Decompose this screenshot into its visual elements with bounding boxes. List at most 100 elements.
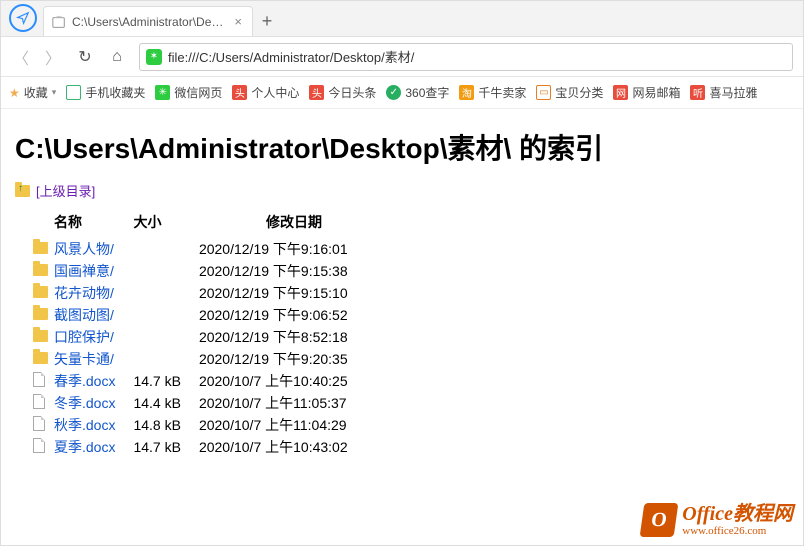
entry-size [133,326,198,348]
entry-link[interactable]: 春季.docx [54,373,115,389]
bookmark-item[interactable]: ▭宝贝分类 [536,84,603,101]
tab-close-icon[interactable]: × [232,14,244,29]
folder-icon [33,330,48,342]
reload-button[interactable]: ↻ [75,47,95,67]
entry-date: 2020/10/7 上午11:04:29 [199,414,389,436]
table-row: 冬季.docx 14.4 kB2020/10/7 上午11:05:37 [33,392,389,414]
watermark-title: Office教程网 [682,503,793,525]
watermark: O Office教程网 www.office26.com [642,503,793,537]
entry-link[interactable]: 风景人物/ [54,241,114,257]
table-row: 口腔保护/2020/12/19 下午8:52:18 [33,326,389,348]
entry-size [133,282,198,304]
entry-size [133,304,198,326]
table-row: 国画禅意/2020/12/19 下午9:15:38 [33,260,389,282]
toutiao-icon: 头 [309,85,324,100]
entry-date: 2020/12/19 下午9:16:01 [199,238,389,260]
entry-link[interactable]: 夏季.docx [54,439,115,455]
watermark-icon: O [640,503,679,537]
page-content: C:\Users\Administrator\Desktop\素材\ 的索引 [… [1,109,803,470]
table-row: 风景人物/2020/12/19 下午9:16:01 [33,238,389,260]
forward-button[interactable]: 〉 [43,45,63,69]
entry-link[interactable]: 截图动图/ [54,307,114,323]
new-tab-button[interactable]: + [253,11,281,36]
bookmark-item[interactable]: 听喜马拉雅 [690,84,757,101]
table-row: 矢量卡通/2020/12/19 下午9:20:35 [33,348,389,370]
entry-size: 14.8 kB [133,414,198,436]
bookmark-item[interactable]: ✳微信网页 [155,84,222,101]
entry-link[interactable]: 国画禅意/ [54,263,114,279]
bookmark-item[interactable]: 手机收藏夹 [66,84,145,101]
column-size: 大小 [133,210,198,238]
page-title: C:\Users\Administrator\Desktop\素材\ 的索引 [15,127,789,167]
directory-listing: 名称 大小 修改日期 风景人物/2020/12/19 下午9:16:01国画禅意… [33,210,389,458]
favorites-label: 收藏 [24,84,48,101]
entry-date: 2020/12/19 下午9:20:35 [199,348,389,370]
bookmark-item[interactable]: ✓360查字 [386,84,449,101]
parent-directory-label[interactable]: [上级目录] [36,181,95,200]
tab-bar: C:\Users\Administrator\Deskt × + [1,1,803,37]
taobao-icon: 淘 [459,85,474,100]
entry-date: 2020/10/7 上午10:40:25 [199,370,389,392]
table-row: 夏季.docx 14.7 kB2020/10/7 上午10:43:02 [33,436,389,458]
nav-bar: 〈 〉 ↻ ⌂ ✶ file:///C:/Users/Administrator… [1,37,803,77]
entry-size [133,348,198,370]
tab-title: C:\Users\Administrator\Deskt [72,15,226,29]
star-icon: ★ [9,86,20,100]
entry-size [133,260,198,282]
table-row: 秋季.docx 14.8 kB2020/10/7 上午11:04:29 [33,414,389,436]
address-url: file:///C:/Users/Administrator/Desktop/素… [168,47,414,66]
folder-icon [33,242,48,254]
entry-size [133,238,198,260]
table-row: 截图动图/2020/12/19 下午9:06:52 [33,304,389,326]
folder-icon [33,286,48,298]
chevron-down-icon: ▾ [52,87,57,98]
360-icon: ✓ [386,85,401,100]
shield-icon: ✶ [146,49,162,65]
entry-size: 14.7 kB [133,436,198,458]
folder-icon [33,352,48,364]
home-button[interactable]: ⌂ [107,48,127,66]
address-bar[interactable]: ✶ file:///C:/Users/Administrator/Desktop… [139,43,793,71]
favorites-button[interactable]: ★ 收藏 ▾ [9,84,56,101]
tab-favicon [52,15,66,29]
file-icon [33,372,45,387]
file-icon [33,438,45,453]
bookmark-item[interactable]: 头今日头条 [309,84,376,101]
bookmark-item[interactable]: 淘千牛卖家 [459,84,526,101]
netease-icon: 网 [613,85,628,100]
entry-link[interactable]: 秋季.docx [54,417,115,433]
entry-date: 2020/10/7 上午11:05:37 [199,392,389,414]
folder-up-icon [15,185,30,197]
table-row: 花卉动物/2020/12/19 下午9:15:10 [33,282,389,304]
wechat-icon: ✳ [155,85,170,100]
file-icon [33,394,45,409]
entry-size: 14.7 kB [133,370,198,392]
table-row: 春季.docx 14.7 kB2020/10/7 上午10:40:25 [33,370,389,392]
ximalaya-icon: 听 [690,85,705,100]
toutiao-icon: 头 [232,85,247,100]
entry-size: 14.4 kB [133,392,198,414]
parent-directory-link[interactable]: [上级目录] [15,181,789,200]
bookmark-item[interactable]: 头个人中心 [232,84,299,101]
entry-date: 2020/12/19 下午9:06:52 [199,304,389,326]
bookmarks-bar: ★ 收藏 ▾ 手机收藏夹 ✳微信网页 头个人中心 头今日头条 ✓360查字 淘千… [1,77,803,109]
entry-date: 2020/12/19 下午9:15:10 [199,282,389,304]
entry-link[interactable]: 花卉动物/ [54,285,114,301]
folder-icon [33,308,48,320]
folder-icon [33,264,48,276]
entry-date: 2020/12/19 下午8:52:18 [199,326,389,348]
column-date: 修改日期 [199,210,389,238]
entry-date: 2020/10/7 上午10:43:02 [199,436,389,458]
entry-link[interactable]: 矢量卡通/ [54,351,114,367]
browser-app-icon[interactable] [9,4,37,32]
browser-tab[interactable]: C:\Users\Administrator\Deskt × [43,6,253,36]
entry-date: 2020/12/19 下午9:15:38 [199,260,389,282]
entry-link[interactable]: 口腔保护/ [54,329,114,345]
file-icon [33,416,45,431]
column-name: 名称 [54,210,133,238]
bookmark-item[interactable]: 网网易邮箱 [613,84,680,101]
watermark-url: www.office26.com [682,525,793,537]
entry-link[interactable]: 冬季.docx [54,395,115,411]
back-button[interactable]: 〈 [11,45,31,69]
phone-icon [66,85,81,100]
